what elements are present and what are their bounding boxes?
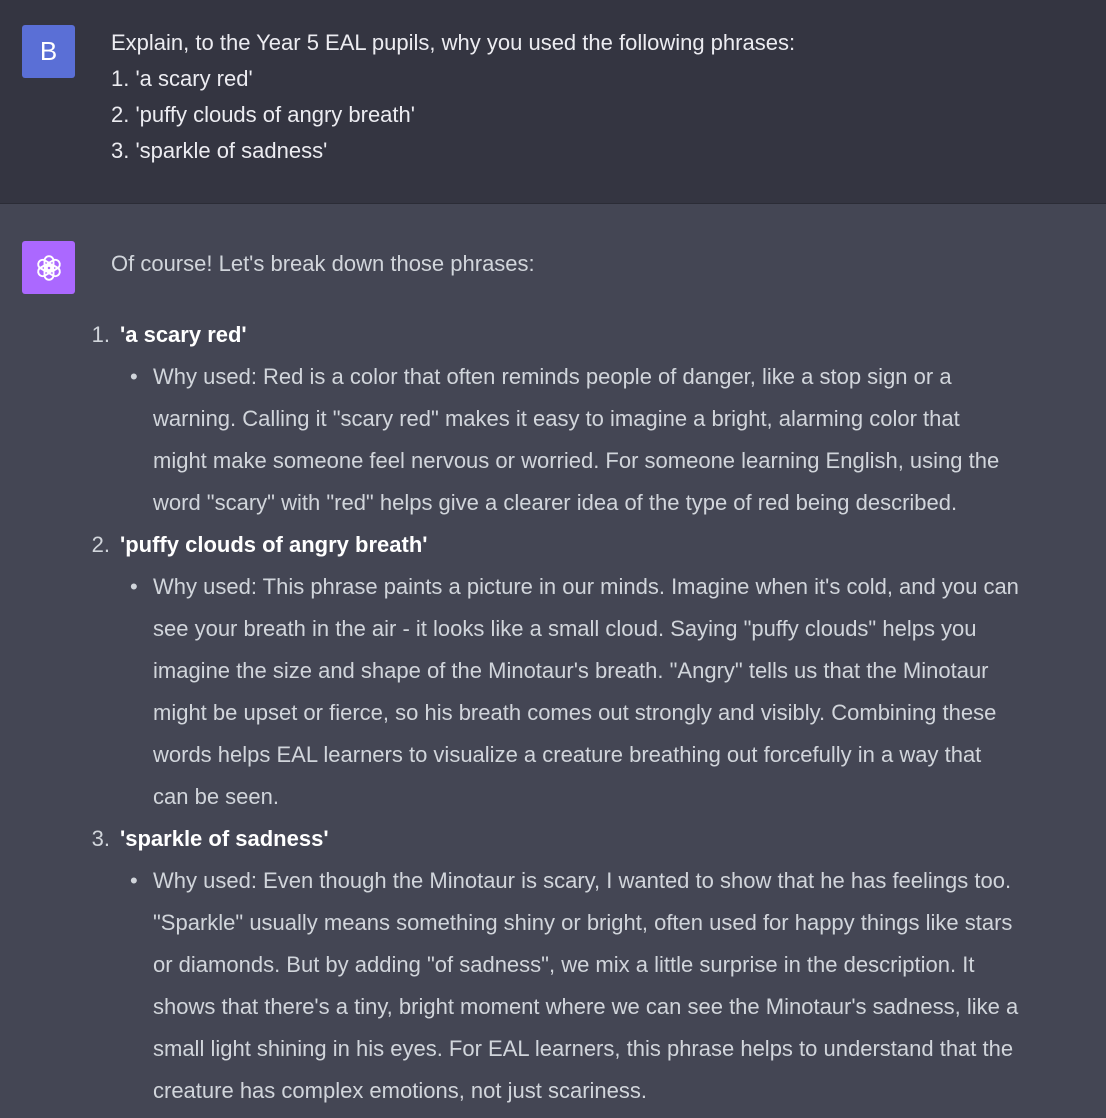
user-message-text: Explain, to the Year 5 EAL pupils, why y… xyxy=(111,25,795,169)
list-item-title: 'a scary red' xyxy=(120,322,247,347)
explanation-line: small light shining in his eyes. For EAL… xyxy=(153,1036,1014,1061)
explanation-line: might be upset or fierce, so his breath … xyxy=(153,700,997,725)
explanation-line: words helps EAL learners to visualize a … xyxy=(153,742,982,767)
list-item-number: 1. xyxy=(91,322,110,347)
explanation-line: shows that there's a tiny, bright moment… xyxy=(153,994,1019,1019)
list-item-title: 'sparkle of sadness' xyxy=(120,826,329,851)
user-message: B Explain, to the Year 5 EAL pupils, why… xyxy=(0,0,1106,204)
explanation-line: imagine the size and shape of the Minota… xyxy=(153,658,989,683)
assistant-avatar xyxy=(22,241,75,294)
explanation-line: Why used: This phrase paints a picture i… xyxy=(153,574,1019,599)
explanation-line: Why used: Red is a color that often remi… xyxy=(153,364,952,389)
user-message-line: 2. 'puffy clouds of angry breath' xyxy=(111,102,415,127)
bullet-marker: • xyxy=(130,574,138,599)
explanation-line: warning. Calling it "scary red" makes it… xyxy=(153,406,960,431)
explanation-line: Why used: Even though the Minotaur is sc… xyxy=(153,868,1012,893)
explanation-line: see your breath in the air - it looks li… xyxy=(153,616,977,641)
explanation-line: "Sparkle" usually means something shiny … xyxy=(153,910,1013,935)
explanation-line: word "scary" with "red" helps give a cle… xyxy=(153,490,958,515)
user-message-line: 1. 'a scary red' xyxy=(111,66,253,91)
list-item-explanation: Why used: Even though the Minotaur is sc… xyxy=(153,860,1018,1112)
explanation-line: can be seen. xyxy=(153,784,279,809)
assistant-message: Of course! Let's break down those phrase… xyxy=(0,205,1106,1118)
user-message-line: Explain, to the Year 5 EAL pupils, why y… xyxy=(111,30,796,55)
list-item-explanation: Why used: This phrase paints a picture i… xyxy=(153,566,1019,818)
explanation-line: might make someone feel nervous or worri… xyxy=(153,448,1000,473)
list-item-explanation: Why used: Red is a color that often remi… xyxy=(153,356,999,524)
user-avatar: B xyxy=(22,25,75,78)
explanation-line: or diamonds. But by adding "of sadness",… xyxy=(153,952,975,977)
bullet-marker: • xyxy=(130,868,138,893)
explanation-line: creature has complex emotions, not just … xyxy=(153,1078,648,1103)
list-item-number: 3. xyxy=(91,826,110,851)
assistant-intro: Of course! Let's break down those phrase… xyxy=(111,251,535,276)
openai-logo-icon xyxy=(36,254,61,281)
list-item-number: 2. xyxy=(91,532,110,557)
user-message-line: 3. 'sparkle of sadness' xyxy=(111,138,328,163)
bullet-marker: • xyxy=(130,364,138,389)
list-item-title: 'puffy clouds of angry breath' xyxy=(120,532,428,557)
